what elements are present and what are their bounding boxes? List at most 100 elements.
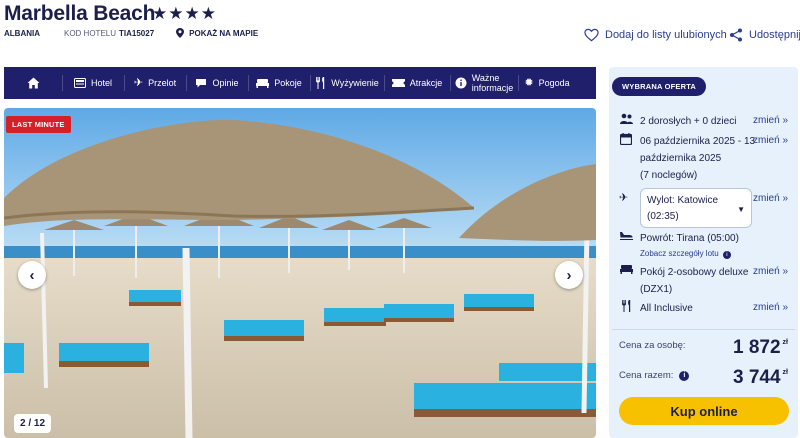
nav-reviews-label: Opinie: [212, 78, 239, 88]
room-line1: Pokój 2-osobowy deluxe: [640, 267, 749, 278]
sun-icon: ✹: [524, 76, 534, 89]
change-guests-link[interactable]: zmień »: [753, 115, 788, 126]
price-per-person: 1 872 zł: [733, 337, 788, 359]
info-icon: i: [722, 251, 731, 259]
cutlery-icon: [316, 77, 325, 89]
people-icon: [619, 113, 633, 130]
show-on-map-link[interactable]: POKAŻ NA MAPIE: [176, 28, 258, 38]
price-total-label-text: Cena razem:: [619, 370, 674, 381]
landing-plane-icon: [619, 230, 633, 247]
add-to-favorites-button[interactable]: Dodaj do listy ulubionych: [584, 28, 727, 42]
change-room-link[interactable]: zmień »: [753, 266, 788, 277]
home-icon: [27, 77, 39, 89]
return-row: Powrót: Tirana (05:00): [619, 230, 739, 247]
currency-label: zł: [782, 339, 788, 346]
nav-item-weather[interactable]: ✹ Pogoda: [518, 67, 576, 99]
room-text: Pokój 2-osobowy deluxe (DZX1): [640, 264, 748, 298]
nav-item-attractions[interactable]: Atrakcje: [384, 67, 450, 99]
nav-item-important-info[interactable]: Ważne informacje: [450, 67, 518, 99]
guests-row: 2 dorosłych + 0 dzieci: [619, 113, 736, 130]
hotel-code-label: KOD HOTELU: [64, 28, 117, 38]
departure-line2: (02:35): [647, 211, 679, 222]
nav-item-rooms[interactable]: Pokoje: [248, 67, 310, 99]
selected-offer-badge: WYBRANA OFERTA: [612, 77, 707, 96]
currency-label: zł: [782, 369, 788, 376]
cutlery-icon: [619, 300, 633, 317]
nav-item-reviews[interactable]: Opinie: [186, 67, 248, 99]
last-minute-badge: LAST MINUTE: [6, 116, 71, 133]
board-text: All Inclusive: [640, 303, 693, 314]
board-row: All Inclusive: [619, 300, 693, 317]
price-per-person-label-text: Cena za osobę:: [619, 340, 686, 351]
nav-item-hotel[interactable]: Hotel: [62, 67, 124, 99]
add-to-favorites-label: Dodaj do listy ulubionych: [605, 29, 727, 41]
departure-plane-icon: ✈: [619, 192, 629, 204]
nav-hotel-label: Hotel: [90, 78, 112, 88]
nav-item-flight[interactable]: ✈ Przelot: [124, 67, 186, 99]
ticket-icon: [391, 79, 405, 87]
price-total: 3 744 zł: [733, 367, 788, 389]
share-button[interactable]: Udostępnij: [729, 28, 800, 42]
departure-line1: Wylot: Katowice: [647, 195, 719, 206]
change-departure-link[interactable]: zmień »: [753, 193, 788, 204]
star-rating: ★★★★: [152, 4, 217, 23]
gallery-prev-button[interactable]: ‹: [18, 261, 46, 289]
dates-line1: 06 października 2025 - 13: [640, 136, 756, 147]
comment-icon: [196, 78, 207, 87]
buy-online-button[interactable]: Kup online: [619, 397, 789, 425]
hotel-code: TIA15027: [119, 28, 155, 38]
bed-icon: [256, 79, 270, 88]
nav-important-info-line1: Ważne: [471, 73, 500, 83]
nav-flight-label: Przelot: [148, 78, 177, 88]
dates-row: 06 października 2025 - 13 października 2…: [619, 133, 755, 184]
share-icon: [730, 28, 742, 42]
flight-details-link[interactable]: Zobacz szczegóły lotu i: [640, 249, 731, 259]
price-total-value: 3 744: [733, 367, 781, 388]
flight-details-label: Zobacz szczegóły lotu: [640, 249, 719, 258]
heart-icon: [584, 28, 599, 42]
hotel-section-nav: Hotel ✈ Przelot Opinie Pokoje Wyżywienie…: [4, 67, 596, 99]
map-pin-icon: [176, 28, 185, 38]
chevron-left-icon: ‹: [29, 266, 35, 284]
price-per-person-label: Cena za osobę:: [619, 340, 686, 351]
change-board-link[interactable]: zmień »: [753, 302, 788, 313]
hotel-title: Marbella Beach: [4, 2, 156, 25]
nav-item-board[interactable]: Wyżywienie: [310, 67, 384, 99]
nights-count: (7 noclegów): [640, 170, 698, 181]
departure-select[interactable]: Wylot: Katowice (02:35) ▼: [640, 188, 752, 228]
share-label: Udostępnij: [749, 29, 800, 41]
room-line2: (DZX1): [640, 284, 673, 295]
offer-divider: [612, 329, 795, 330]
nav-item-home[interactable]: [4, 67, 62, 99]
nav-weather-label: Pogoda: [538, 78, 570, 88]
price-total-label: Cena razem: i: [619, 370, 690, 381]
price-per-person-value: 1 872: [733, 337, 781, 358]
gallery-counter: 2 / 12: [14, 414, 52, 433]
return-text: Powrót: Tirana (05:00): [640, 233, 739, 244]
nav-important-info-label: Ważne informacje: [472, 73, 514, 93]
dates-line2: października 2025: [640, 153, 722, 164]
selected-offer-panel: WYBRANA OFERTA 2 dorosłych + 0 dzieci zm…: [609, 67, 798, 438]
guests-text: 2 dorosłych + 0 dzieci: [640, 116, 737, 127]
price-info-icon[interactable]: i: [679, 370, 690, 381]
hotel-meta: ALBANIA KOD HOTELU TIA15027 POKAŻ NA MAP…: [4, 28, 258, 38]
nav-board-label: Wyżywienie: [331, 78, 379, 88]
nav-rooms-label: Pokoje: [274, 78, 302, 88]
dates-text: 06 października 2025 - 13 października 2…: [640, 133, 755, 184]
chevron-right-icon: ›: [566, 266, 572, 284]
hotel-icon: [73, 78, 86, 88]
room-row: Pokój 2-osobowy deluxe (DZX1): [619, 264, 748, 298]
dropdown-caret-icon: ▼: [737, 205, 745, 214]
info-icon: [455, 77, 467, 89]
show-on-map-label: POKAŻ NA MAPIE: [189, 28, 259, 38]
nav-attractions-label: Atrakcje: [409, 78, 443, 88]
nav-important-info-line2: informacje: [471, 83, 514, 93]
photo-gallery[interactable]: LAST MINUTE ‹ › 2 / 12: [4, 108, 596, 438]
bed-icon: [619, 264, 633, 298]
country-label: ALBANIA: [4, 28, 40, 38]
plane-icon: ✈: [133, 76, 144, 89]
calendar-icon: [619, 133, 633, 184]
beach-photo: [4, 108, 596, 438]
gallery-next-button[interactable]: ›: [555, 261, 583, 289]
change-dates-link[interactable]: zmień »: [753, 135, 788, 146]
